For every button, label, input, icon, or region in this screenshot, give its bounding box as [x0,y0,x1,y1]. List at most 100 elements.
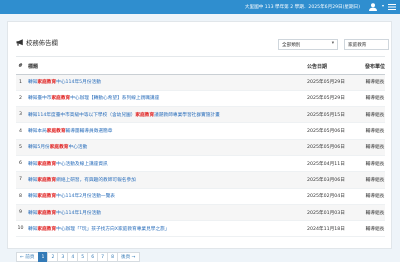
row-unit: 輔導組長 [365,106,385,124]
title-prefix: 轉知 [28,226,38,232]
bulletin-table: # 標題 公告日期 發布單位 1 轉知家庭教育中心114年5月份活動 2025年05… [16,59,385,238]
col-header-unit: 發布單位 [365,59,385,75]
chevron-down-icon: ▾ [331,41,334,46]
title-suffix: 中心活動及線上講座資訊 [56,161,108,167]
table-row[interactable]: 3 轉知114年度臺中市高級中等以下學校（含幼兒園）家庭教育議題教師專業學習社群實… [16,106,385,124]
search-highlight: 家庭教育 [37,177,57,183]
table-row[interactable]: 7 轉知家庭教育網絡上研習，有興趣的教師可報名參加 2025年03月06日 輔導組長 [16,171,385,189]
search-highlight: 家庭教育 [37,226,57,232]
row-date: 2025年05月06日 [307,139,365,156]
title-prefix: 轉知5月份 [28,145,50,151]
search-highlight: 家庭教育 [46,129,66,135]
row-date: 2025年05月29日 [307,90,365,108]
title-suffix: 中心114年5月份活動 [56,80,101,86]
category-select-value: 全部類別 [282,43,301,48]
table-row[interactable]: 4 轉知本局家庭教育輔導團輔導員徵選簡章 2025年05月06日 輔導組長 [16,122,385,140]
prev-page-button[interactable]: ← 前頁 [16,252,39,262]
search-input-value: 家庭教育 [348,43,367,48]
title-prefix: 轉知 [28,194,38,200]
megaphone-icon [16,39,23,46]
row-number: 6 [16,155,25,173]
row-number: 3 [16,106,25,124]
school-term-info: 大里國中 113 學年第 2 學期．2025年6月29日(星期日) [244,5,360,10]
title-suffix: 網絡上研習，有興趣的教師可報名參加 [56,177,136,183]
table-row[interactable]: 8 轉知家庭教育中心114年2月份活動一覽表 2025年02月04日 輔導組長 [16,188,385,205]
pagination: ← 前頁 12345678 後頁 → [16,252,140,262]
table-row[interactable]: 1 轉知家庭教育中心114年5月份活動 2025年05月29日 輔導組長 [16,74,385,91]
table-row[interactable]: 5 轉知5月份家庭教育中心活動 2025年05月06日 輔導組長 [16,139,385,156]
row-date: 2025年05月06日 [307,122,365,140]
row-unit: 輔導組長 [365,139,385,156]
table-header-row: # 標題 公告日期 發布單位 [16,59,385,75]
title-prefix: 轉知 [28,161,38,167]
title-prefix: 轉知114年度臺中市高級中等以下學校（含幼兒園） [28,112,136,118]
title-suffix: 輔導團輔導員徵選簡章 [65,129,113,135]
row-number: 1 [16,74,25,91]
caret-down-icon[interactable]: ▾ [382,3,384,8]
top-bar: 大里國中 113 學年第 2 學期．2025年6月29日(星期日) ▾ [0,0,400,14]
search-input[interactable]: 家庭教育 [344,39,389,50]
title-prefix: 轉知 [28,80,38,86]
row-date: 2025年01月03日 [307,204,365,222]
title-suffix: 中心活動 [68,145,88,151]
row-unit: 輔導組長 [365,90,385,108]
row-title-link[interactable]: 轉知114年度臺中市高級中等以下學校（含幼兒園）家庭教育議題教師專業學習社群實施… [25,106,307,124]
row-unit: 輔導組長 [365,122,385,140]
row-title-link[interactable]: 轉知家庭教育中心114年1月份活動 [25,204,307,222]
bulletin-panel: 校務佈告欄 全部類別 ▾ 家庭教育 # 標題 公告日期 發布單位 1 轉知家庭教育… [7,21,392,262]
col-header-number: # [16,59,25,75]
title-suffix: 中心114年2月份活動一覽表 [56,194,115,200]
next-page-button[interactable]: 後頁 → [117,252,140,262]
row-title-link[interactable]: 轉知家庭教育網絡上研習，有興趣的教師可報名參加 [25,171,307,189]
table-row[interactable]: 2 轉知臺中市家庭教育中心辦理【轉動心希望】系列線上親職講座 2025年05月29日… [16,90,385,108]
title-suffix: 中心辦理「「玩」孩子找方向X家庭教育專業見學之旅」 [56,226,170,232]
row-date: 2025年05月15日 [307,106,365,124]
row-unit: 輔導組長 [365,204,385,222]
title-prefix: 轉知 [28,177,38,183]
title-prefix: 轉知 [28,210,38,216]
table-row[interactable]: 10 轉知家庭教育中心辦理「「玩」孩子找方向X家庭教育專業見學之旅」 2024年11… [16,220,385,238]
row-number: 8 [16,188,25,205]
table-row[interactable]: 6 轉知家庭教育中心活動及線上講座資訊 2025年04月11日 輔導組長 [16,155,385,173]
category-select[interactable]: 全部類別 ▾ [278,39,338,50]
row-title-link[interactable]: 轉知5月份家庭教育中心活動 [25,139,307,156]
title-prefix: 轉知本局 [28,129,47,135]
row-date: 2025年02月04日 [307,188,365,205]
search-highlight: 家庭教育 [37,161,57,167]
search-highlight: 家庭教育 [135,112,155,118]
row-title-link[interactable]: 轉知家庭教育中心活動及線上講座資訊 [25,155,307,173]
row-date: 2025年04月11日 [307,155,365,173]
row-number: 10 [16,220,25,238]
row-title-link[interactable]: 轉知本局家庭教育輔導團輔導員徵選簡章 [25,122,307,140]
table-row[interactable]: 9 轉知家庭教育中心114年1月份活動 2025年01月03日 輔導組長 [16,204,385,222]
search-highlight: 家庭教育 [37,194,57,200]
row-number: 5 [16,139,25,156]
panel-title: 校務佈告欄 [26,39,58,47]
search-highlight: 家庭教育 [49,145,69,151]
row-title-link[interactable]: 轉知家庭教育中心辦理「「玩」孩子找方向X家庭教育專業見學之旅」 [25,220,307,238]
row-number: 9 [16,204,25,222]
divider [16,56,385,57]
row-number: 4 [16,122,25,140]
title-suffix: 議題教師專業學習社群實施計畫 [154,112,220,118]
row-number: 7 [16,171,25,189]
row-date: 2025年03月06日 [307,171,365,189]
row-unit: 輔導組長 [365,155,385,173]
search-highlight: 家庭教育 [37,80,57,86]
row-unit: 輔導組長 [365,220,385,238]
search-highlight: 家庭教育 [51,96,71,102]
row-unit: 輔導組長 [365,188,385,205]
row-date: 2024年11月18日 [307,220,365,238]
row-unit: 輔導組長 [365,74,385,91]
user-icon[interactable] [368,3,378,11]
title-suffix: 中心辦理【轉動心希望】系列線上親職講座 [70,96,160,102]
row-title-link[interactable]: 轉知臺中市家庭教育中心辦理【轉動心希望】系列線上親職講座 [25,90,307,108]
row-number: 2 [16,90,25,108]
search-highlight: 家庭教育 [37,210,57,216]
row-date: 2025年05月29日 [307,74,365,91]
row-title-link[interactable]: 轉知家庭教育中心114年5月份活動 [25,74,307,91]
row-title-link[interactable]: 轉知家庭教育中心114年2月份活動一覽表 [25,188,307,205]
title-suffix: 中心114年1月份活動 [56,210,101,216]
panel-heading: 校務佈告欄 [16,38,58,47]
list-icon[interactable] [388,3,396,11]
